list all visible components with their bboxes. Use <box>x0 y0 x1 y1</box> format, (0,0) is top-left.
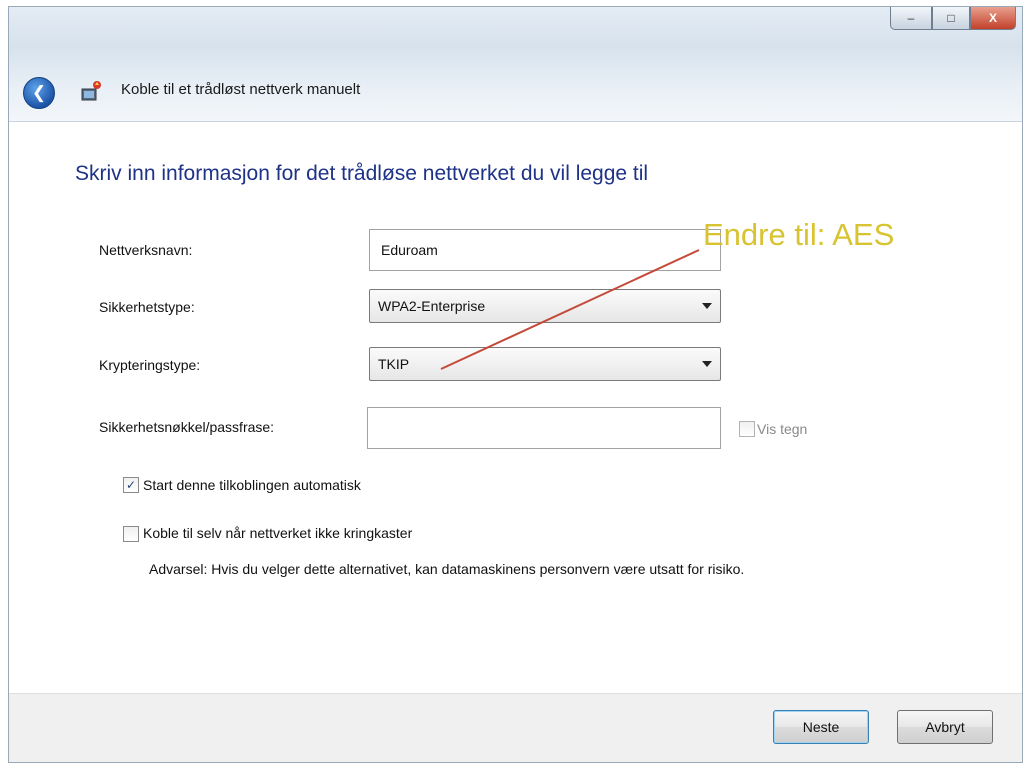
cancel-button[interactable]: Avbryt <box>897 710 993 744</box>
next-button[interactable]: Neste <box>773 710 869 744</box>
annotation-text: Endre til: AES <box>703 217 895 252</box>
dialog-window: – □ X ❮ Koble til et trådløst nettverk m… <box>8 6 1023 763</box>
dialog-footer: Neste Avbryt <box>9 693 1022 762</box>
annotation-arrow <box>440 249 700 370</box>
